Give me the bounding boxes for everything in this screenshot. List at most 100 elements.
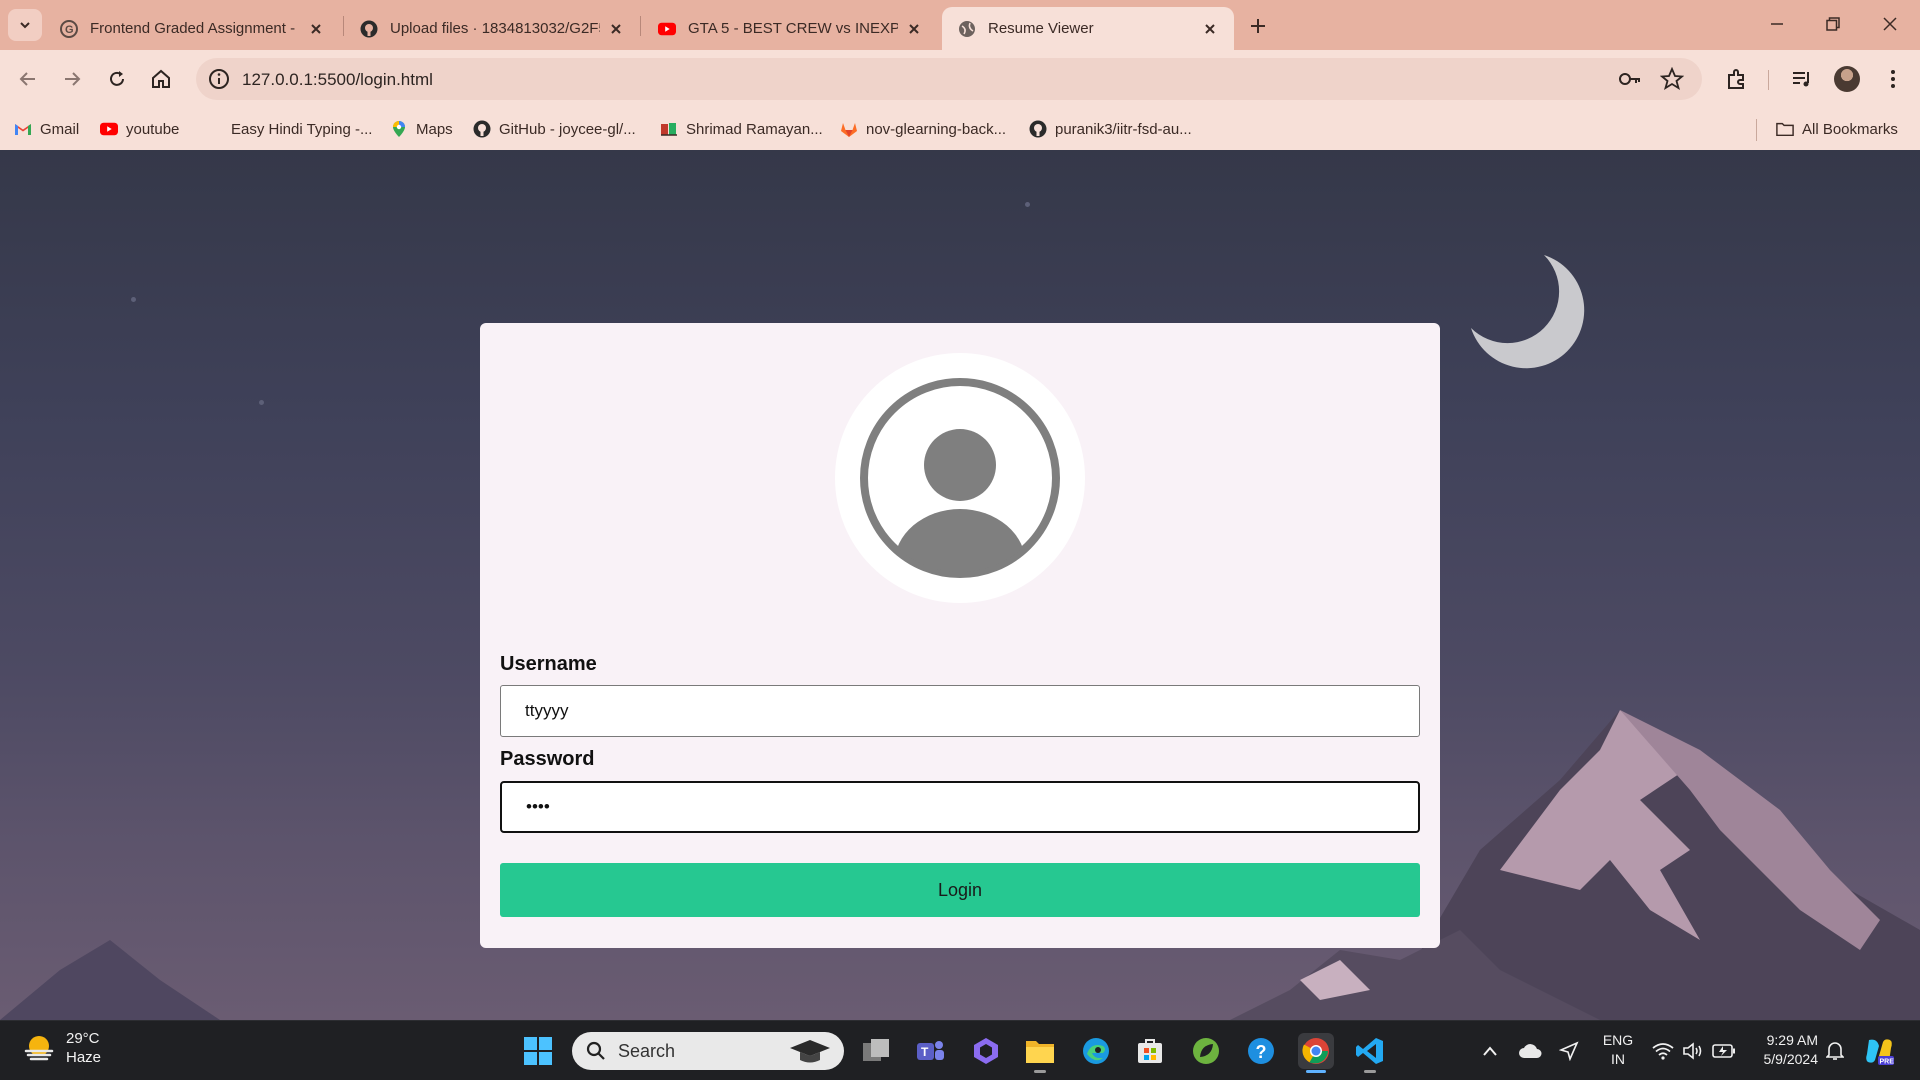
bookmark-shrimad-ramayan[interactable]: Shrimad Ramayan... bbox=[660, 116, 823, 142]
close-icon bbox=[1883, 17, 1897, 31]
windows-taskbar: 29°C Haze Search T ? ENG IN 9:29 AM 5/9/… bbox=[0, 1020, 1920, 1080]
task-view-app[interactable] bbox=[858, 1033, 894, 1069]
close-icon[interactable] bbox=[606, 19, 626, 39]
bookmark-maps[interactable]: Maps bbox=[390, 116, 453, 142]
running-indicator bbox=[1034, 1070, 1046, 1073]
notifications-button[interactable] bbox=[1822, 1037, 1848, 1065]
copilot-app[interactable] bbox=[968, 1033, 1004, 1069]
media-controls-button[interactable] bbox=[1787, 64, 1817, 94]
bookmark-github-joycee[interactable]: GitHub - joycee-gl/... bbox=[473, 116, 636, 142]
bookmark-label: GitHub - joycee-gl/... bbox=[499, 120, 636, 138]
gitlab-icon bbox=[840, 120, 858, 138]
tab-gta-video[interactable]: GTA 5 - BEST CREW vs INEXPER bbox=[642, 7, 938, 50]
minimize-button[interactable] bbox=[1757, 8, 1797, 40]
copilot-tray[interactable]: PRE bbox=[1862, 1037, 1896, 1066]
show-hidden-icons[interactable] bbox=[1478, 1037, 1502, 1065]
youtube-icon bbox=[658, 20, 676, 38]
taskbar-search[interactable]: Search bbox=[572, 1032, 844, 1070]
teams-icon: T bbox=[917, 1041, 944, 1060]
bookmark-label: nov-glearning-back... bbox=[866, 120, 1007, 138]
minimize-icon bbox=[1771, 23, 1783, 25]
bookmark-label: Gmail bbox=[40, 120, 80, 138]
battery-tray[interactable] bbox=[1710, 1037, 1738, 1065]
chrome-icon bbox=[1302, 1038, 1329, 1064]
back-button[interactable] bbox=[13, 64, 43, 94]
bookmark-label: Shrimad Ramayan... bbox=[686, 120, 823, 138]
extensions-button[interactable] bbox=[1722, 64, 1752, 94]
profile-avatar[interactable] bbox=[1834, 66, 1860, 92]
weather-temperature: 29°C bbox=[66, 1030, 100, 1047]
user-profile-icon bbox=[860, 378, 1060, 578]
search-icon bbox=[586, 1041, 605, 1060]
username-input[interactable] bbox=[500, 685, 1420, 737]
home-button[interactable] bbox=[146, 64, 176, 94]
close-icon[interactable] bbox=[1200, 19, 1220, 39]
plus-icon bbox=[1251, 19, 1265, 33]
teams-app[interactable]: T bbox=[912, 1033, 948, 1069]
github-icon bbox=[473, 120, 491, 138]
store-icon bbox=[1138, 1039, 1162, 1063]
media-queue-icon bbox=[1793, 72, 1809, 87]
site-info-icon[interactable] bbox=[208, 68, 230, 90]
chrome-app[interactable] bbox=[1298, 1033, 1334, 1073]
start-button[interactable] bbox=[520, 1033, 556, 1069]
close-icon[interactable] bbox=[904, 19, 924, 39]
password-key-icon[interactable] bbox=[1618, 68, 1642, 90]
login-button[interactable]: Login bbox=[500, 863, 1420, 917]
all-bookmarks[interactable]: All Bookmarks bbox=[1776, 116, 1898, 142]
windows-logo-icon bbox=[524, 1037, 552, 1065]
bookmark-star-icon[interactable] bbox=[1660, 67, 1684, 91]
svg-text:PRE: PRE bbox=[1880, 1059, 1895, 1066]
reload-button[interactable] bbox=[102, 64, 132, 94]
bookmark-youtube[interactable]: youtube bbox=[100, 116, 179, 142]
svg-text:?: ? bbox=[1256, 1042, 1267, 1062]
close-window-button[interactable] bbox=[1870, 8, 1910, 40]
forward-button[interactable] bbox=[57, 64, 87, 94]
bookmark-label: Easy Hindi Typing -... bbox=[231, 120, 373, 138]
input-language[interactable]: ENG IN bbox=[1600, 1031, 1636, 1069]
file-explorer-app[interactable] bbox=[1022, 1033, 1058, 1073]
wifi-tray[interactable] bbox=[1650, 1037, 1676, 1065]
chrome-menu-button[interactable] bbox=[1878, 64, 1908, 94]
address-bar[interactable]: 127.0.0.1:5500/login.html bbox=[196, 58, 1702, 100]
region-code: IN bbox=[1611, 1051, 1625, 1067]
search-placeholder: Search bbox=[618, 1040, 676, 1061]
bookmark-easy-hindi-typing[interactable]: Easy Hindi Typing -... bbox=[205, 116, 372, 142]
bookmark-puranik3[interactable]: puranik3/iitr-fsd-au... bbox=[1029, 116, 1192, 142]
clock-time: 9:29 AM bbox=[1766, 1032, 1818, 1048]
password-label: Password bbox=[500, 748, 595, 770]
github-icon bbox=[1029, 120, 1047, 138]
onedrive-tray[interactable] bbox=[1516, 1037, 1544, 1065]
new-tab-button[interactable] bbox=[1245, 13, 1271, 39]
tab-title: Frontend Graded Assignment - bbox=[90, 20, 296, 37]
arrow-left-icon bbox=[19, 72, 35, 86]
location-tray[interactable] bbox=[1556, 1037, 1582, 1065]
volume-tray[interactable] bbox=[1680, 1037, 1706, 1065]
bell-icon bbox=[1826, 1042, 1844, 1060]
system-clock[interactable]: 9:29 AM 5/9/2024 bbox=[1752, 1031, 1819, 1069]
edge-app[interactable] bbox=[1078, 1033, 1114, 1069]
get-help-app[interactable]: ? bbox=[1243, 1033, 1279, 1069]
tab-resume-viewer[interactable]: Resume Viewer bbox=[942, 7, 1234, 50]
bookmarks-separator bbox=[1756, 119, 1757, 141]
tab-search-button[interactable] bbox=[8, 9, 42, 41]
maps-pin-icon bbox=[390, 120, 408, 138]
url-text[interactable]: 127.0.0.1:5500/login.html bbox=[242, 70, 433, 90]
bookmark-nov-glearning[interactable]: nov-glearning-back... bbox=[840, 116, 1006, 142]
language-code: ENG bbox=[1602, 1032, 1634, 1048]
running-indicator bbox=[1364, 1070, 1376, 1073]
password-input[interactable] bbox=[500, 781, 1420, 833]
svg-text:G: G bbox=[65, 24, 74, 36]
toolbar-separator bbox=[1768, 70, 1769, 90]
tab-upload-files[interactable]: Upload files · 1834813032/G2F5 bbox=[344, 7, 640, 50]
speaker-icon bbox=[1683, 1042, 1702, 1060]
bookmark-gmail[interactable]: Gmail bbox=[14, 116, 79, 142]
tab-frontend-assignment[interactable]: G Frontend Graded Assignment - bbox=[44, 7, 340, 50]
restore-button[interactable] bbox=[1813, 8, 1853, 40]
spring-tool-app[interactable] bbox=[1188, 1033, 1224, 1069]
globe-icon bbox=[958, 20, 976, 38]
weather-widget[interactable]: 29°C Haze bbox=[22, 1029, 101, 1067]
vscode-app[interactable] bbox=[1352, 1033, 1388, 1073]
close-icon[interactable] bbox=[306, 19, 326, 39]
microsoft-store-app[interactable] bbox=[1132, 1033, 1168, 1069]
